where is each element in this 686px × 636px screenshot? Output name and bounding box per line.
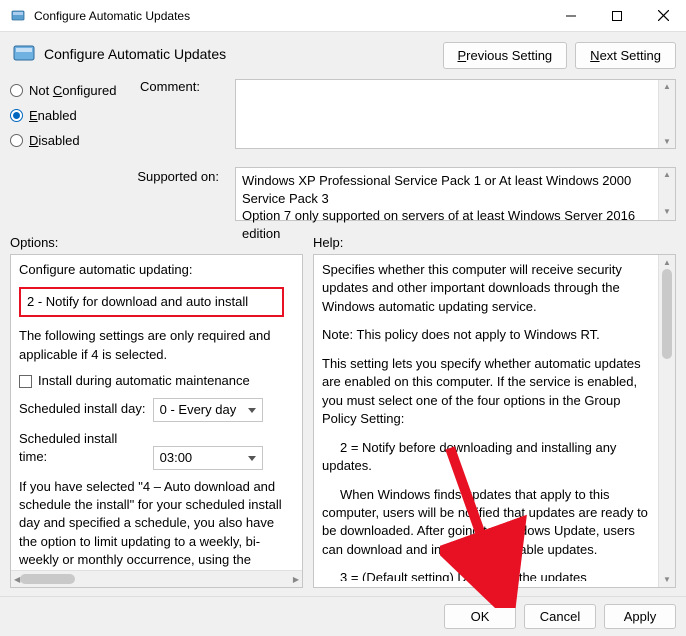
scrollbar-vertical[interactable]: ▲▼ xyxy=(658,80,675,148)
following-settings-text: The following settings are only required… xyxy=(19,327,294,363)
help-text: When Windows finds updates that apply to… xyxy=(322,486,649,560)
page-title: Configure Automatic Updates xyxy=(44,46,226,62)
install-day-label: Scheduled install day: xyxy=(19,400,149,418)
install-time-label: Scheduled install time: xyxy=(19,430,149,466)
help-pane: Specifies whether this computer will rec… xyxy=(313,254,676,588)
comment-textarea[interactable]: ▲▼ xyxy=(235,79,676,149)
next-setting-button[interactable]: Next Setting xyxy=(575,42,676,69)
minimize-button[interactable] xyxy=(548,0,594,31)
schedule-explanation-text: If you have selected "4 – Auto download … xyxy=(19,478,294,570)
configure-updating-label: Configure automatic updating: xyxy=(19,261,294,279)
maximize-button[interactable] xyxy=(594,0,640,31)
radio-disabled[interactable]: Disabled xyxy=(10,133,140,148)
supported-on-label: Supported on: xyxy=(10,167,235,221)
install-time-select[interactable]: 03:00 xyxy=(153,446,263,470)
scrollbar-vertical[interactable]: ▲▼ xyxy=(658,255,675,587)
update-mode-dropdown[interactable]: 2 - Notify for download and auto install xyxy=(19,287,284,317)
radio-icon xyxy=(10,134,23,147)
ok-button[interactable]: OK xyxy=(444,604,516,629)
install-during-maintenance-checkbox[interactable]: Install during automatic maintenance xyxy=(38,373,250,388)
window-title: Configure Automatic Updates xyxy=(34,9,548,23)
comment-label: Comment: xyxy=(140,79,235,149)
radio-icon xyxy=(10,84,23,97)
help-text: 3 = (Default setting) Download the updat… xyxy=(322,569,649,581)
previous-setting-button[interactable]: Previous Setting xyxy=(443,42,568,69)
supported-on-text: Windows XP Professional Service Pack 1 o… xyxy=(235,167,676,221)
radio-not-configured[interactable]: Not Configured xyxy=(10,83,140,98)
cancel-button[interactable]: Cancel xyxy=(524,604,596,629)
radio-icon xyxy=(10,109,23,122)
close-button[interactable] xyxy=(640,0,686,31)
checkbox-icon[interactable] xyxy=(19,375,32,388)
help-text: Note: This policy does not apply to Wind… xyxy=(322,326,649,344)
help-text: 2 = Notify before downloading and instal… xyxy=(322,439,649,476)
scrollbar-horizontal[interactable]: ◀▶ xyxy=(11,570,302,587)
install-day-select[interactable]: 0 - Every day xyxy=(153,398,263,422)
options-pane: Configure automatic updating: 2 - Notify… xyxy=(10,254,303,588)
help-text: Specifies whether this computer will rec… xyxy=(322,261,649,316)
setting-icon xyxy=(10,40,38,68)
app-icon xyxy=(10,8,26,24)
scrollbar-vertical[interactable]: ▲▼ xyxy=(658,168,675,220)
help-label: Help: xyxy=(313,235,343,250)
radio-enabled[interactable]: Enabled xyxy=(10,108,140,123)
help-text: This setting lets you specify whether au… xyxy=(322,355,649,429)
apply-button[interactable]: Apply xyxy=(604,604,676,629)
